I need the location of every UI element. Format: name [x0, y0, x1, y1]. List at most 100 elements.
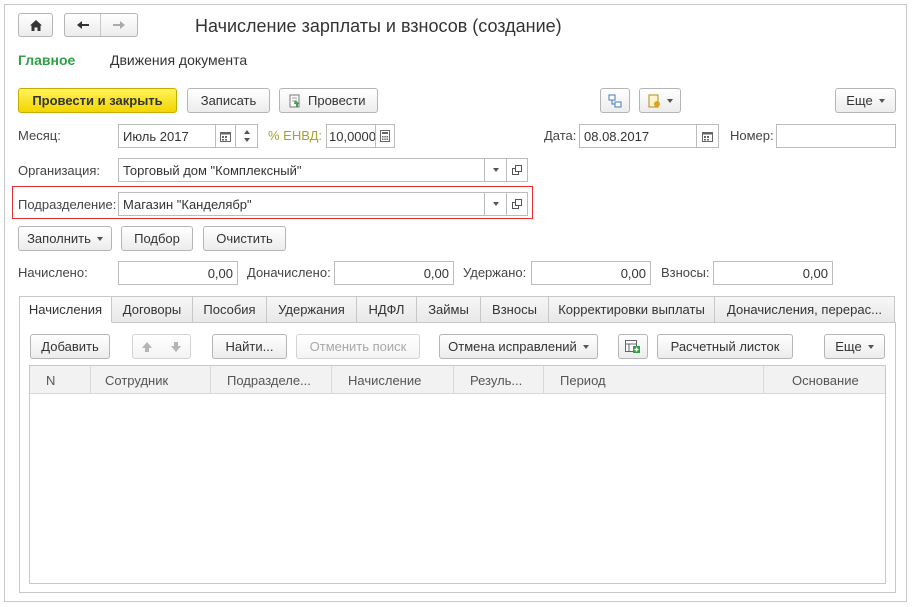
tab-deductions[interactable]: Удержания	[267, 296, 357, 323]
chevron-down-icon	[492, 168, 499, 172]
table-more-button[interactable]: Еще	[824, 334, 885, 359]
move-down-button[interactable]	[162, 341, 191, 353]
column-header-accrual[interactable]: Начисление	[332, 366, 454, 394]
column-header-department[interactable]: Подразделе...	[211, 366, 332, 394]
withheld-label: Удержано:	[463, 265, 527, 280]
post-button[interactable]: Провести	[279, 88, 378, 113]
forward-button[interactable]	[101, 14, 137, 36]
month-field[interactable]: Июль 2017	[118, 124, 216, 148]
cancel-search-button[interactable]: Отменить поиск	[296, 334, 420, 359]
column-header-employee[interactable]: Сотрудник	[91, 366, 211, 394]
cancel-corrections-button[interactable]: Отмена исправлений	[439, 334, 598, 359]
envd-percent-field[interactable]: 10,0000	[326, 124, 376, 148]
tab-benefits[interactable]: Пособия	[193, 296, 267, 323]
cancel-corrections-label: Отмена исправлений	[448, 339, 577, 354]
organization-label: Организация:	[18, 163, 101, 178]
add-from-table-button[interactable]	[618, 334, 648, 359]
arrow-down-icon	[170, 341, 182, 353]
hierarchy-icon	[608, 94, 622, 108]
open-link-icon	[512, 165, 522, 175]
add-row-button[interactable]: Добавить	[30, 334, 110, 359]
back-button[interactable]	[65, 14, 102, 36]
calculator-button[interactable]	[376, 124, 395, 148]
tab-panel-top-border	[112, 322, 896, 323]
arrow-up-icon	[141, 341, 153, 353]
payslip-button[interactable]: Расчетный листок	[657, 334, 793, 359]
department-label: Подразделение:	[18, 197, 117, 212]
document-movements-link[interactable]: Движения документа	[110, 52, 247, 68]
tab-loans[interactable]: Займы	[417, 296, 481, 323]
chevron-down-icon	[667, 98, 673, 103]
month-picker-button[interactable]	[216, 124, 236, 148]
accrued-label: Начислено:	[18, 265, 88, 280]
move-buttons	[132, 334, 191, 359]
calculator-icon	[380, 130, 390, 142]
column-header-result[interactable]: Резуль...	[454, 366, 544, 394]
number-field[interactable]	[776, 124, 896, 148]
chevron-up-icon	[243, 130, 250, 134]
column-header-number[interactable]: N	[30, 366, 91, 394]
department-open-button[interactable]	[507, 192, 528, 216]
table-header: N Сотрудник Подразделе... Начисление Рез…	[30, 366, 885, 394]
column-header-period[interactable]: Период	[544, 366, 764, 394]
tab-payment-corrections[interactable]: Корректировки выплаты	[549, 296, 715, 323]
chevron-down-icon	[492, 202, 499, 206]
accruals-table[interactable]: N Сотрудник Подразделе... Начисление Рез…	[29, 365, 886, 584]
month-label: Месяц:	[18, 128, 61, 143]
document-create-icon	[647, 94, 661, 108]
tab-additional-accruals[interactable]: Доначисления, перерас...	[715, 296, 895, 323]
chevron-down-icon	[96, 236, 103, 241]
month-spinner[interactable]	[236, 124, 258, 148]
tab-ndfl[interactable]: НДФЛ	[357, 296, 417, 323]
table-more-label: Еще	[835, 339, 862, 354]
arrow-left-icon	[76, 20, 90, 30]
number-label: Номер:	[730, 128, 774, 143]
date-label: Дата:	[544, 128, 577, 143]
department-dropdown-button[interactable]	[485, 192, 507, 216]
find-button[interactable]: Найти...	[212, 334, 287, 359]
more-button-label: Еще	[846, 93, 873, 108]
additional-accrued-label: Доначислено:	[247, 265, 331, 280]
organization-field[interactable]: Торговый дом "Комплексный"	[118, 158, 485, 182]
clear-button[interactable]: Очистить	[203, 226, 286, 251]
column-header-basis[interactable]: Основание	[764, 366, 885, 394]
chevron-down-icon	[243, 138, 250, 142]
date-field[interactable]: 08.08.2017	[579, 124, 697, 148]
tab-accruals[interactable]: Начисления	[19, 296, 112, 323]
open-link-icon	[512, 199, 522, 209]
organization-open-button[interactable]	[507, 158, 528, 182]
calendar-icon	[220, 131, 231, 142]
history-nav	[64, 13, 138, 37]
move-up-button[interactable]	[133, 341, 162, 353]
department-field[interactable]: Магазин "Канделябр"	[118, 192, 485, 216]
fill-button-label: Заполнить	[27, 231, 91, 246]
create-based-on-button[interactable]	[639, 88, 681, 113]
tab-contracts[interactable]: Договоры	[112, 296, 193, 323]
date-picker-button[interactable]	[697, 124, 719, 148]
contributions-field: 0,00	[713, 261, 833, 285]
more-button[interactable]: Еще	[835, 88, 896, 113]
home-button[interactable]	[18, 13, 53, 37]
main-section-link[interactable]: Главное	[18, 52, 75, 68]
select-button[interactable]: Подбор	[121, 226, 193, 251]
post-button-label: Провести	[308, 93, 366, 108]
accrued-field: 0,00	[118, 261, 238, 285]
post-document-icon	[288, 94, 302, 108]
tab-contributions[interactable]: Взносы	[481, 296, 549, 323]
arrow-right-icon	[112, 20, 126, 30]
calendar-icon	[702, 131, 713, 142]
fill-button[interactable]: Заполнить	[18, 226, 112, 251]
organization-dropdown-button[interactable]	[485, 158, 507, 182]
post-and-close-button[interactable]: Провести и закрыть	[18, 88, 177, 113]
chevron-down-icon	[878, 98, 885, 103]
window-title: Начисление зарплаты и взносов (создание)	[195, 16, 562, 36]
home-icon	[29, 19, 43, 32]
envd-label: % ЕНВД:	[268, 128, 323, 143]
table-add-icon	[625, 339, 641, 354]
structure-button[interactable]	[600, 88, 630, 113]
tab-strip: Начисления Договоры Пособия Удержания НД…	[19, 296, 895, 323]
withheld-field: 0,00	[531, 261, 651, 285]
save-button[interactable]: Записать	[187, 88, 270, 113]
contributions-label: Взносы:	[661, 265, 710, 280]
chevron-down-icon	[582, 344, 589, 349]
